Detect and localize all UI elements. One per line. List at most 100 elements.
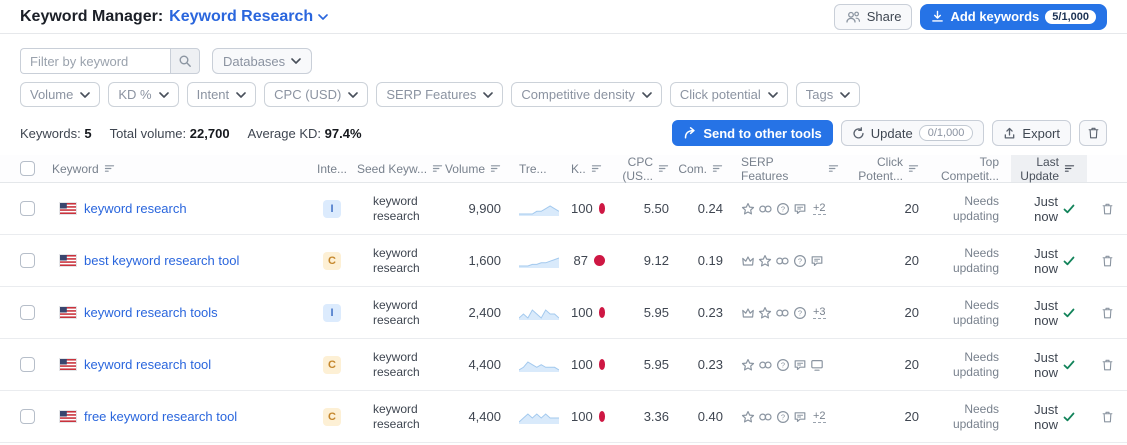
link-icon: [758, 202, 773, 216]
intent-badge[interactable]: C: [323, 407, 341, 426]
serp-more[interactable]: +3: [813, 306, 826, 319]
star-icon: [758, 306, 772, 320]
databases-dropdown[interactable]: Databases: [212, 48, 313, 74]
select-all-checkbox[interactable]: [20, 161, 35, 176]
keyword-link[interactable]: free keyword research tool: [84, 409, 237, 424]
cell-keyword: best keyword research tool: [46, 253, 311, 268]
cell-cpc: 9.12: [617, 253, 681, 268]
us-flag-icon: [60, 359, 76, 370]
keyword-filter-input[interactable]: [20, 48, 170, 74]
keyword-link[interactable]: keyword research tool: [84, 357, 211, 372]
row-delete-button[interactable]: [1093, 254, 1121, 268]
row-checkbox[interactable]: [20, 253, 35, 268]
filter-chip-click-potential[interactable]: Click potential: [669, 82, 788, 107]
delete-selected-button[interactable]: [1079, 120, 1107, 146]
table-row: keyword research tool Ckeyword research 4,…: [0, 339, 1127, 391]
cpc-value: 9.12: [643, 253, 669, 268]
column-header-serp[interactable]: SERP Features: [735, 155, 845, 183]
row-delete-button[interactable]: [1093, 202, 1121, 216]
cell-volume: 1,600: [451, 253, 513, 268]
row-checkbox[interactable]: [20, 201, 35, 216]
chip-label: KD %: [118, 87, 152, 102]
filter-chip-volume[interactable]: Volume: [20, 82, 101, 107]
kd-value: 100: [571, 409, 593, 424]
cell-serp: ?: [735, 358, 845, 372]
chevron-down-icon: [236, 91, 246, 98]
filter-chip-cpc-usd-[interactable]: CPC (USD): [264, 82, 369, 107]
top-competitors-status: Needs updating: [952, 349, 999, 379]
filter-chip-kd-[interactable]: KD %: [108, 82, 179, 107]
cell-trend: [513, 254, 565, 268]
cell-cpc: 5.50: [617, 201, 681, 216]
link-icon: [758, 410, 773, 424]
intent-badge[interactable]: C: [323, 355, 341, 374]
chip-label: Tags: [805, 87, 834, 102]
serp-more[interactable]: +2: [813, 410, 826, 423]
serp-more[interactable]: +2: [813, 202, 826, 215]
add-keywords-button[interactable]: Add keywords 5/1,000: [920, 3, 1107, 30]
share-label: Share: [866, 9, 902, 24]
search-button[interactable]: [170, 48, 200, 74]
filter-chip-tags[interactable]: Tags: [795, 82, 861, 107]
column-label: Inte...: [317, 161, 348, 176]
cell-serp: ? +3: [735, 306, 845, 320]
filter-chip-competitive-density[interactable]: Competitive density: [511, 82, 662, 107]
competitive-density-value: 0.19: [697, 253, 723, 268]
update-button[interactable]: Update 0/1,000: [840, 120, 985, 146]
column-header-com[interactable]: Com.: [678, 155, 735, 182]
filter-chip-serp-features[interactable]: SERP Features: [376, 82, 504, 107]
column-header-keyword[interactable]: Keyword: [46, 155, 311, 182]
column-label: CPC (US...: [622, 154, 653, 183]
intent-badge[interactable]: C: [323, 251, 341, 270]
filter-section: Databases Volume KD % Intent CPC (USD) S…: [0, 34, 1127, 107]
intent-badge[interactable]: I: [323, 303, 341, 322]
list-name-dropdown[interactable]: Keyword Research: [169, 8, 329, 26]
chip-label: SERP Features: [386, 87, 477, 102]
column-header-volume[interactable]: Volume: [445, 155, 513, 182]
competitive-density-value: 0.24: [697, 201, 723, 216]
column-header-last[interactable]: Last Update: [1011, 155, 1087, 183]
cell-click: 20: [845, 201, 931, 216]
cell-keyword: keyword research: [46, 201, 311, 216]
column-header-seed[interactable]: Seed Keyw...: [351, 155, 451, 182]
cell-volume: 9,900: [451, 201, 513, 216]
row-checkbox[interactable]: [20, 409, 35, 424]
last-update-value: Just now: [1034, 297, 1058, 328]
column-header-kd[interactable]: K..: [565, 155, 617, 182]
cell-del: [1087, 306, 1127, 320]
row-delete-button[interactable]: [1093, 358, 1121, 372]
keyword-link[interactable]: keyword research tools: [84, 305, 218, 320]
cell-top: Needs updating: [931, 194, 1011, 224]
cell-trend: [513, 358, 565, 372]
column-header-cpc[interactable]: CPC (US...: [617, 154, 681, 183]
row-delete-button[interactable]: [1093, 306, 1121, 320]
chevron-down-icon: [642, 91, 652, 98]
intent-badge[interactable]: I: [323, 199, 341, 218]
chevron-down-icon: [483, 91, 494, 98]
keyword-link[interactable]: keyword research: [84, 201, 187, 216]
cell-seed: keyword research: [351, 350, 451, 380]
cell-intent: C: [311, 251, 351, 270]
cell-last: Just now: [1011, 194, 1087, 224]
send-to-other-tools-button[interactable]: Send to other tools: [672, 120, 833, 146]
volume-value: 9,900: [468, 201, 501, 216]
share-button[interactable]: Share: [833, 3, 913, 30]
filter-chip-intent[interactable]: Intent: [186, 82, 257, 107]
column-label: Tre...: [519, 161, 547, 176]
chip-label: Volume: [30, 87, 74, 102]
seed-keyword: keyword research: [373, 401, 420, 431]
crown-icon: [741, 306, 755, 320]
cpc-value: 5.95: [643, 305, 669, 320]
row-checkbox[interactable]: [20, 357, 35, 372]
row-delete-button[interactable]: [1093, 410, 1121, 424]
cell-com: 0.23: [681, 305, 735, 320]
cell-com: 0.19: [681, 253, 735, 268]
cell-cpc: 3.36: [617, 409, 681, 424]
export-button[interactable]: Export: [992, 120, 1071, 146]
cell-volume: 2,400: [451, 305, 513, 320]
keyword-link[interactable]: best keyword research tool: [84, 253, 239, 268]
row-checkbox[interactable]: [20, 305, 35, 320]
link-icon: [775, 306, 790, 320]
column-header-click[interactable]: Click Potent...: [845, 155, 931, 183]
svg-text:?: ?: [781, 412, 785, 421]
